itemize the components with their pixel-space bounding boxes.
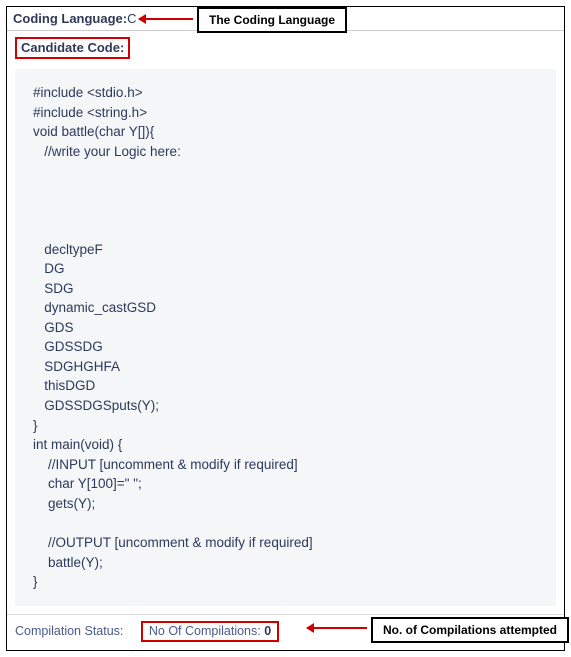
callout-compilations: No. of Compilations attempted [371,617,569,643]
candidate-code-block: #include <stdio.h> #include <string.h> v… [15,69,556,606]
candidate-code-label: Candidate Code: [15,37,130,59]
callout-coding-language: The Coding Language [197,7,347,33]
arrow-icon [307,627,367,629]
language-row: Coding Language:C The Coding Language [7,7,564,31]
coding-language-label: Coding Language: [13,11,127,26]
code-report-panel: Coding Language:C The Coding Language Ca… [6,6,565,651]
arrow-icon [139,18,193,20]
compilations-label: No Of Compilations: [149,624,264,638]
compilation-status-label: Compilation Status: [15,624,123,638]
compilations-count: 0 [264,624,271,638]
candidate-code-row: Candidate Code: [7,31,564,63]
compilation-status-row: Compilation Status: No Of Compilations: … [7,614,564,650]
compilations-count-box: No Of Compilations: 0 [141,621,279,642]
